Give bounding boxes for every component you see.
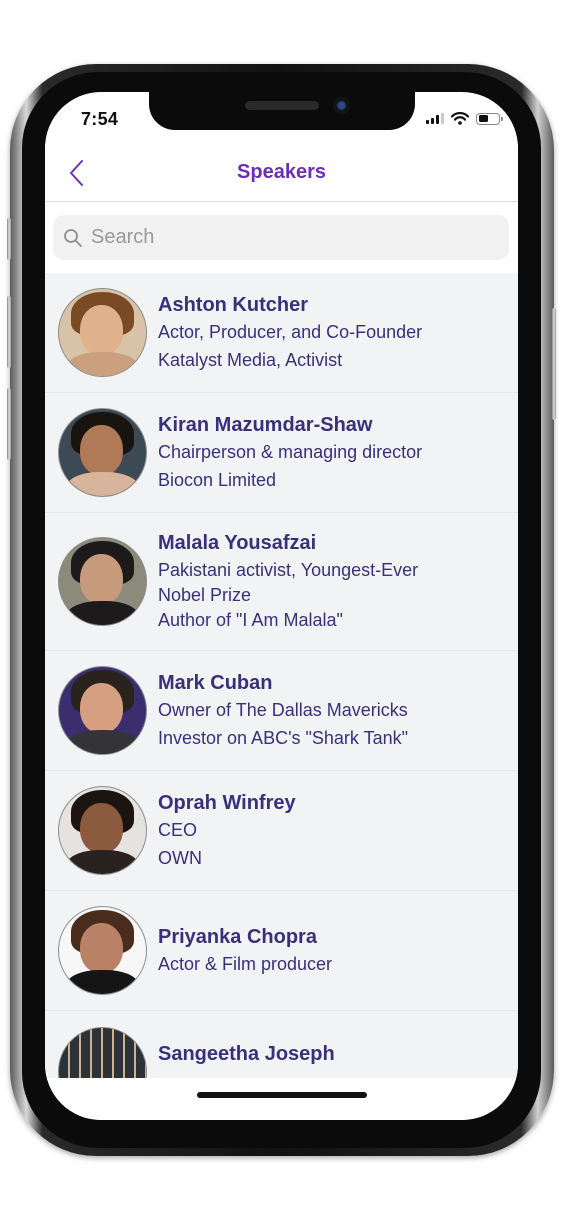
status-time: 7:54 (81, 109, 119, 129)
search-input[interactable] (91, 226, 471, 249)
wifi-icon (451, 112, 469, 125)
speaker-title-line: Actor & Film producer (158, 953, 333, 974)
speaker-avatar (58, 537, 147, 626)
avatar-body (65, 849, 140, 874)
silent-switch (7, 218, 11, 260)
page-title: Speakers (237, 161, 326, 183)
speaker-avatar (58, 408, 147, 497)
speaker-title-line: Owner of The Dallas Mavericks (158, 699, 408, 720)
avatar-body (65, 729, 140, 754)
avatar-face (79, 682, 124, 734)
speaker-name: Malala Yousafzai (158, 531, 317, 554)
speaker-title-line: Author of "I Am Malala" (158, 609, 343, 630)
volume-down-button (7, 388, 11, 460)
earpiece-speaker (245, 101, 319, 110)
avatar-face (79, 424, 124, 476)
navigation-bar: Speakers (45, 144, 518, 202)
avatar-body (65, 351, 140, 376)
front-camera (333, 97, 350, 114)
speaker-title-line: Pakistani activist, Youngest-Ever (158, 559, 419, 580)
speaker-info: Oprah Winfrey CEO OWN (158, 790, 296, 872)
speaker-info: Malala Yousafzai Pakistani activist, Youn… (158, 530, 418, 634)
speaker-title-line: Actor, Producer, and Co-Founder (158, 321, 423, 342)
cellular-signal-icon (426, 113, 444, 124)
speaker-row[interactable]: Ashton Kutcher Actor, Producer, and Co-Fo… (45, 273, 518, 393)
speaker-avatar (58, 288, 147, 377)
speaker-avatar (58, 666, 147, 755)
speaker-name: Ashton Kutcher (158, 293, 308, 316)
home-indicator-area (45, 1078, 518, 1120)
speaker-row[interactable]: Malala Yousafzai Pakistani activist, Youn… (45, 513, 518, 651)
speaker-title-line: Chairperson & managing director (158, 441, 423, 462)
speaker-title-line: OWN (158, 847, 202, 868)
avatar-face (79, 304, 124, 356)
speaker-name: Kiran Mazumdar-Shaw (158, 413, 373, 436)
home-indicator[interactable] (197, 1092, 367, 1098)
speaker-row[interactable]: Sangeetha Joseph (45, 1011, 518, 1078)
search-bar-container (45, 203, 518, 273)
speaker-info: Mark Cuban Owner of The Dallas Mavericks I… (158, 670, 408, 752)
speaker-title-line: Nobel Prize (158, 584, 252, 605)
speaker-row[interactable]: Oprah Winfrey CEO OWN (45, 771, 518, 891)
speaker-avatar (58, 1027, 147, 1078)
speaker-name: Oprah Winfrey (158, 791, 296, 814)
speaker-row[interactable]: Priyanka Chopra Actor & Film producer (45, 891, 518, 1011)
volume-up-button (7, 296, 11, 368)
speaker-info: Sangeetha Joseph (158, 1041, 335, 1067)
speaker-row[interactable]: Mark Cuban Owner of The Dallas Mavericks I… (45, 651, 518, 771)
speaker-avatar (58, 906, 147, 995)
speaker-info: Kiran Mazumdar-Shaw Chairperson & managin… (158, 412, 422, 494)
notch (149, 92, 415, 130)
avatar-body (65, 471, 140, 496)
avatar-body (65, 600, 140, 625)
speaker-title-line: Katalyst Media, Activist (158, 349, 343, 370)
speaker-name: Mark Cuban (158, 671, 273, 694)
speaker-info: Priyanka Chopra Actor & Film producer (158, 924, 332, 978)
avatar-face (79, 802, 124, 854)
speaker-name: Priyanka Chopra (158, 925, 317, 948)
speaker-title-line: CEO (158, 819, 198, 840)
status-icons (426, 112, 503, 125)
power-button (552, 308, 556, 420)
avatar-body (65, 969, 140, 994)
speaker-info: Ashton Kutcher Actor, Producer, and Co-Fo… (158, 292, 422, 374)
speaker-avatar (58, 786, 147, 875)
phone-screen: 7:54 Speakers Ashton Kutc (45, 92, 518, 1120)
speaker-list[interactable]: Ashton Kutcher Actor, Producer, and Co-Fo… (45, 273, 518, 1078)
search-field[interactable] (53, 215, 509, 260)
avatar-face (79, 553, 124, 605)
speaker-name: Sangeetha Joseph (158, 1043, 335, 1065)
speaker-row[interactable]: Kiran Mazumdar-Shaw Chairperson & managin… (45, 393, 518, 513)
speaker-title-line: Biocon Limited (158, 469, 277, 490)
speaker-title-line: Investor on ABC's "Shark Tank" (158, 727, 409, 748)
battery-icon (476, 112, 503, 125)
avatar-face (79, 922, 124, 974)
search-icon (64, 228, 82, 247)
